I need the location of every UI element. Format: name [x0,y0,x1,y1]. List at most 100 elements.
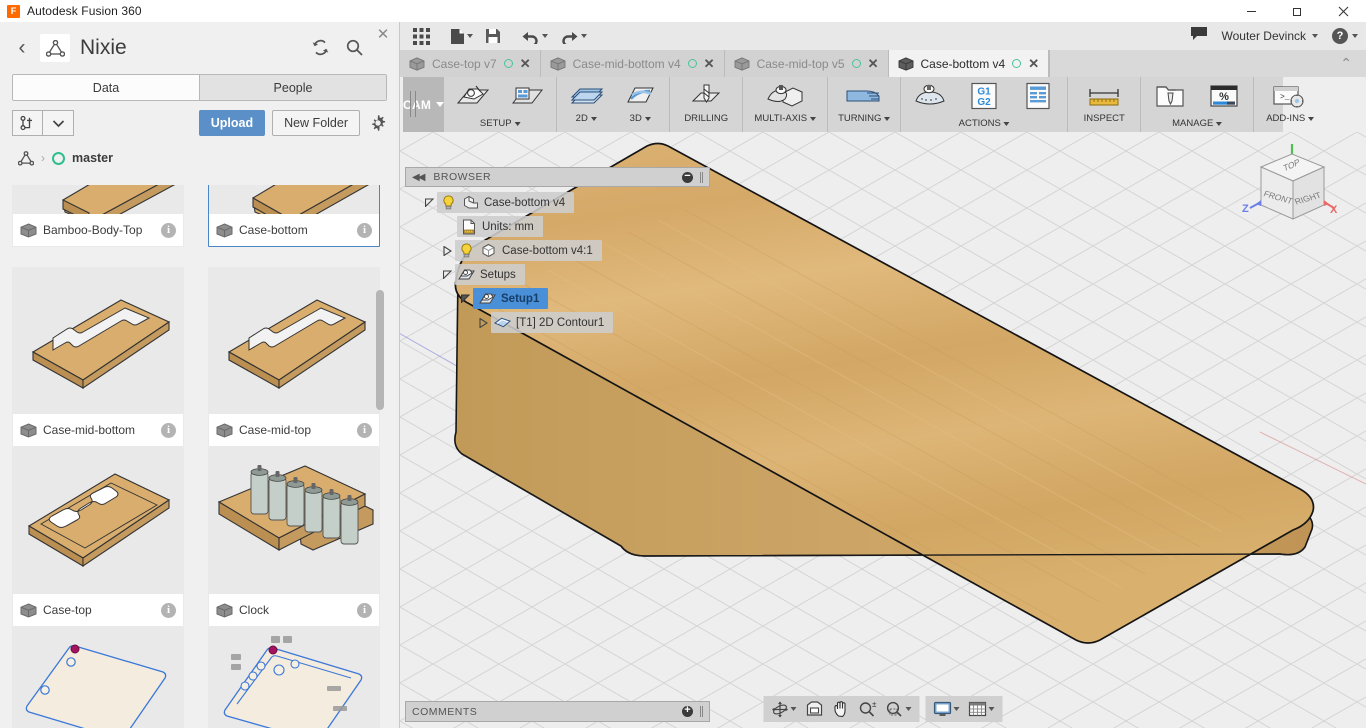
tree-node-case-bottom-occurrence[interactable]: Case-bottom v4:1 [439,240,613,261]
search-icon[interactable] [345,38,365,58]
viewport-3d[interactable]: ◀◀ BROWSER − [400,132,1366,728]
data-panel-scrollbar[interactable] [376,290,384,410]
document-tab-case-mid-top[interactable]: Case-mid-top v5 ✕ [725,50,889,77]
simulate-button[interactable] [903,77,957,118]
view-cube[interactable]: TOP FRONT RIGHT Z X [1228,140,1348,250]
turning-button[interactable]: TURNING [830,77,898,132]
file-icon[interactable] [445,24,478,48]
multi-axis-button[interactable]: MULTI-AXIS [745,77,825,132]
data-panel-close-icon[interactable]: ✕ [375,28,391,44]
new-folder-button[interactable]: New Folder [272,110,360,136]
setup-sheet-button[interactable] [1011,77,1065,118]
maximize-button[interactable] [1274,0,1320,22]
close-icon[interactable]: ✕ [1028,59,1039,69]
document-tab-case-bottom[interactable]: Case-bottom v4 ✕ [889,50,1050,77]
ribbon-group-label[interactable]: SETUP [480,118,521,129]
item-name: Case-mid-top [239,423,357,437]
tool-library-button[interactable] [1143,77,1197,118]
info-icon[interactable]: i [357,423,372,438]
toolpath-2d-button[interactable]: 2D [559,77,613,132]
comment-icon[interactable] [1190,26,1208,46]
look-at-icon[interactable] [803,698,827,720]
chevron-up-icon[interactable]: ⌃ [1340,55,1352,72]
expand-arrow-icon[interactable] [439,270,455,279]
expand-arrow-icon[interactable] [439,246,455,256]
drilling-button[interactable]: DRILLING [672,77,740,132]
close-icon[interactable]: ✕ [520,59,531,69]
tree-node-2d-contour1[interactable]: [T1] 2D Contour1 [475,312,613,333]
minimize-button[interactable] [1228,0,1274,22]
machining-time-button[interactable]: % [1197,77,1251,118]
setup-folder-button[interactable] [500,77,554,118]
close-button[interactable] [1320,0,1366,22]
help-menu[interactable]: ? [1332,28,1358,44]
branch-icon[interactable] [12,110,43,136]
panel-resize-grip[interactable] [700,706,703,717]
list-item[interactable]: Case-mid-top i [208,267,380,447]
refresh-icon[interactable] [311,38,331,58]
list-item[interactable]: Case-bottom i [208,185,380,247]
chevron-down-icon [884,117,890,121]
toolpath-3d-button[interactable]: 3D [613,77,667,132]
upload-button[interactable]: Upload [199,110,265,136]
ribbon-group-setup: SETUP [444,77,557,132]
item-label-row: Clock i [209,594,379,626]
zoom-icon[interactable]: ± [856,698,880,720]
tree-node-setup1[interactable]: Setup1 [457,288,613,309]
display-settings-icon[interactable] [931,698,963,720]
setup-button[interactable] [446,77,500,118]
app-grid-icon[interactable] [408,24,435,48]
info-icon[interactable]: i [357,223,372,238]
info-icon[interactable]: i [357,603,372,618]
list-item[interactable]: Clock i [208,447,380,627]
plus-circle-icon[interactable]: + [682,706,693,717]
orbit-icon[interactable] [769,698,800,720]
version-dropdown-button[interactable] [43,110,74,136]
minus-circle-icon[interactable]: − [682,172,693,183]
bulb-icon[interactable] [458,243,475,259]
save-icon[interactable] [480,24,506,48]
tab-people[interactable]: People [199,75,386,100]
tree-node-setups[interactable]: Setups [439,264,613,285]
inspect-button[interactable]: INSPECT [1070,77,1138,132]
info-icon[interactable]: i [161,223,176,238]
gear-icon[interactable] [369,114,387,132]
undo-icon[interactable] [516,24,553,48]
document-tab-case-top[interactable]: Case-top v7 ✕ [400,50,541,77]
collapse-left-icon[interactable]: ◀◀ [412,172,423,183]
pan-icon[interactable] [830,698,853,720]
ribbon-group-label[interactable]: ACTIONS [959,118,1010,129]
list-item[interactable]: Bamboo-Body-Top i [12,185,184,247]
document-tab-case-mid-bottom[interactable]: Case-mid-bottom v4 ✕ [541,50,725,77]
bulb-icon[interactable] [440,195,457,211]
info-icon[interactable]: i [161,423,176,438]
list-item[interactable]: Case-top i [12,447,184,627]
ribbon-group-label[interactable]: MANAGE [1172,118,1222,129]
close-icon[interactable]: ✕ [868,59,879,69]
back-button[interactable]: ‹ [12,38,32,58]
cube-icon [20,223,37,238]
expand-arrow-icon[interactable] [421,198,437,207]
zoom-window-icon[interactable] [883,698,915,720]
post-process-button[interactable]: G1 G2 [957,77,1011,118]
grid-snaps-icon[interactable] [966,698,998,720]
tab-data[interactable]: Data [13,75,199,100]
breadcrumb-current[interactable]: master [72,151,113,165]
close-icon[interactable]: ✕ [704,59,715,69]
user-menu[interactable]: Wouter Devinck [1222,29,1318,43]
breadcrumb-hub-icon[interactable] [18,151,34,166]
expand-arrow-icon[interactable] [457,294,473,303]
expand-arrow-icon[interactable] [475,318,491,328]
list-item[interactable]: i [208,627,380,728]
info-icon[interactable]: i [161,603,176,618]
title-bar: F Autodesk Fusion 360 [0,0,1366,22]
list-item[interactable]: Case-mid-bottom i [12,267,184,447]
item-thumbnail [209,628,379,728]
workspace-selector[interactable]: CAM [403,77,444,132]
list-item[interactable]: i [12,627,184,728]
tree-node-case-bottom-v4[interactable]: Case-bottom v4 [421,192,613,213]
panel-resize-grip[interactable] [700,172,703,183]
redo-icon[interactable] [555,24,592,48]
add-ins-button[interactable]: >_ ADD-INS [1256,77,1324,132]
tree-node-units[interactable]: Units: mm [457,216,613,237]
